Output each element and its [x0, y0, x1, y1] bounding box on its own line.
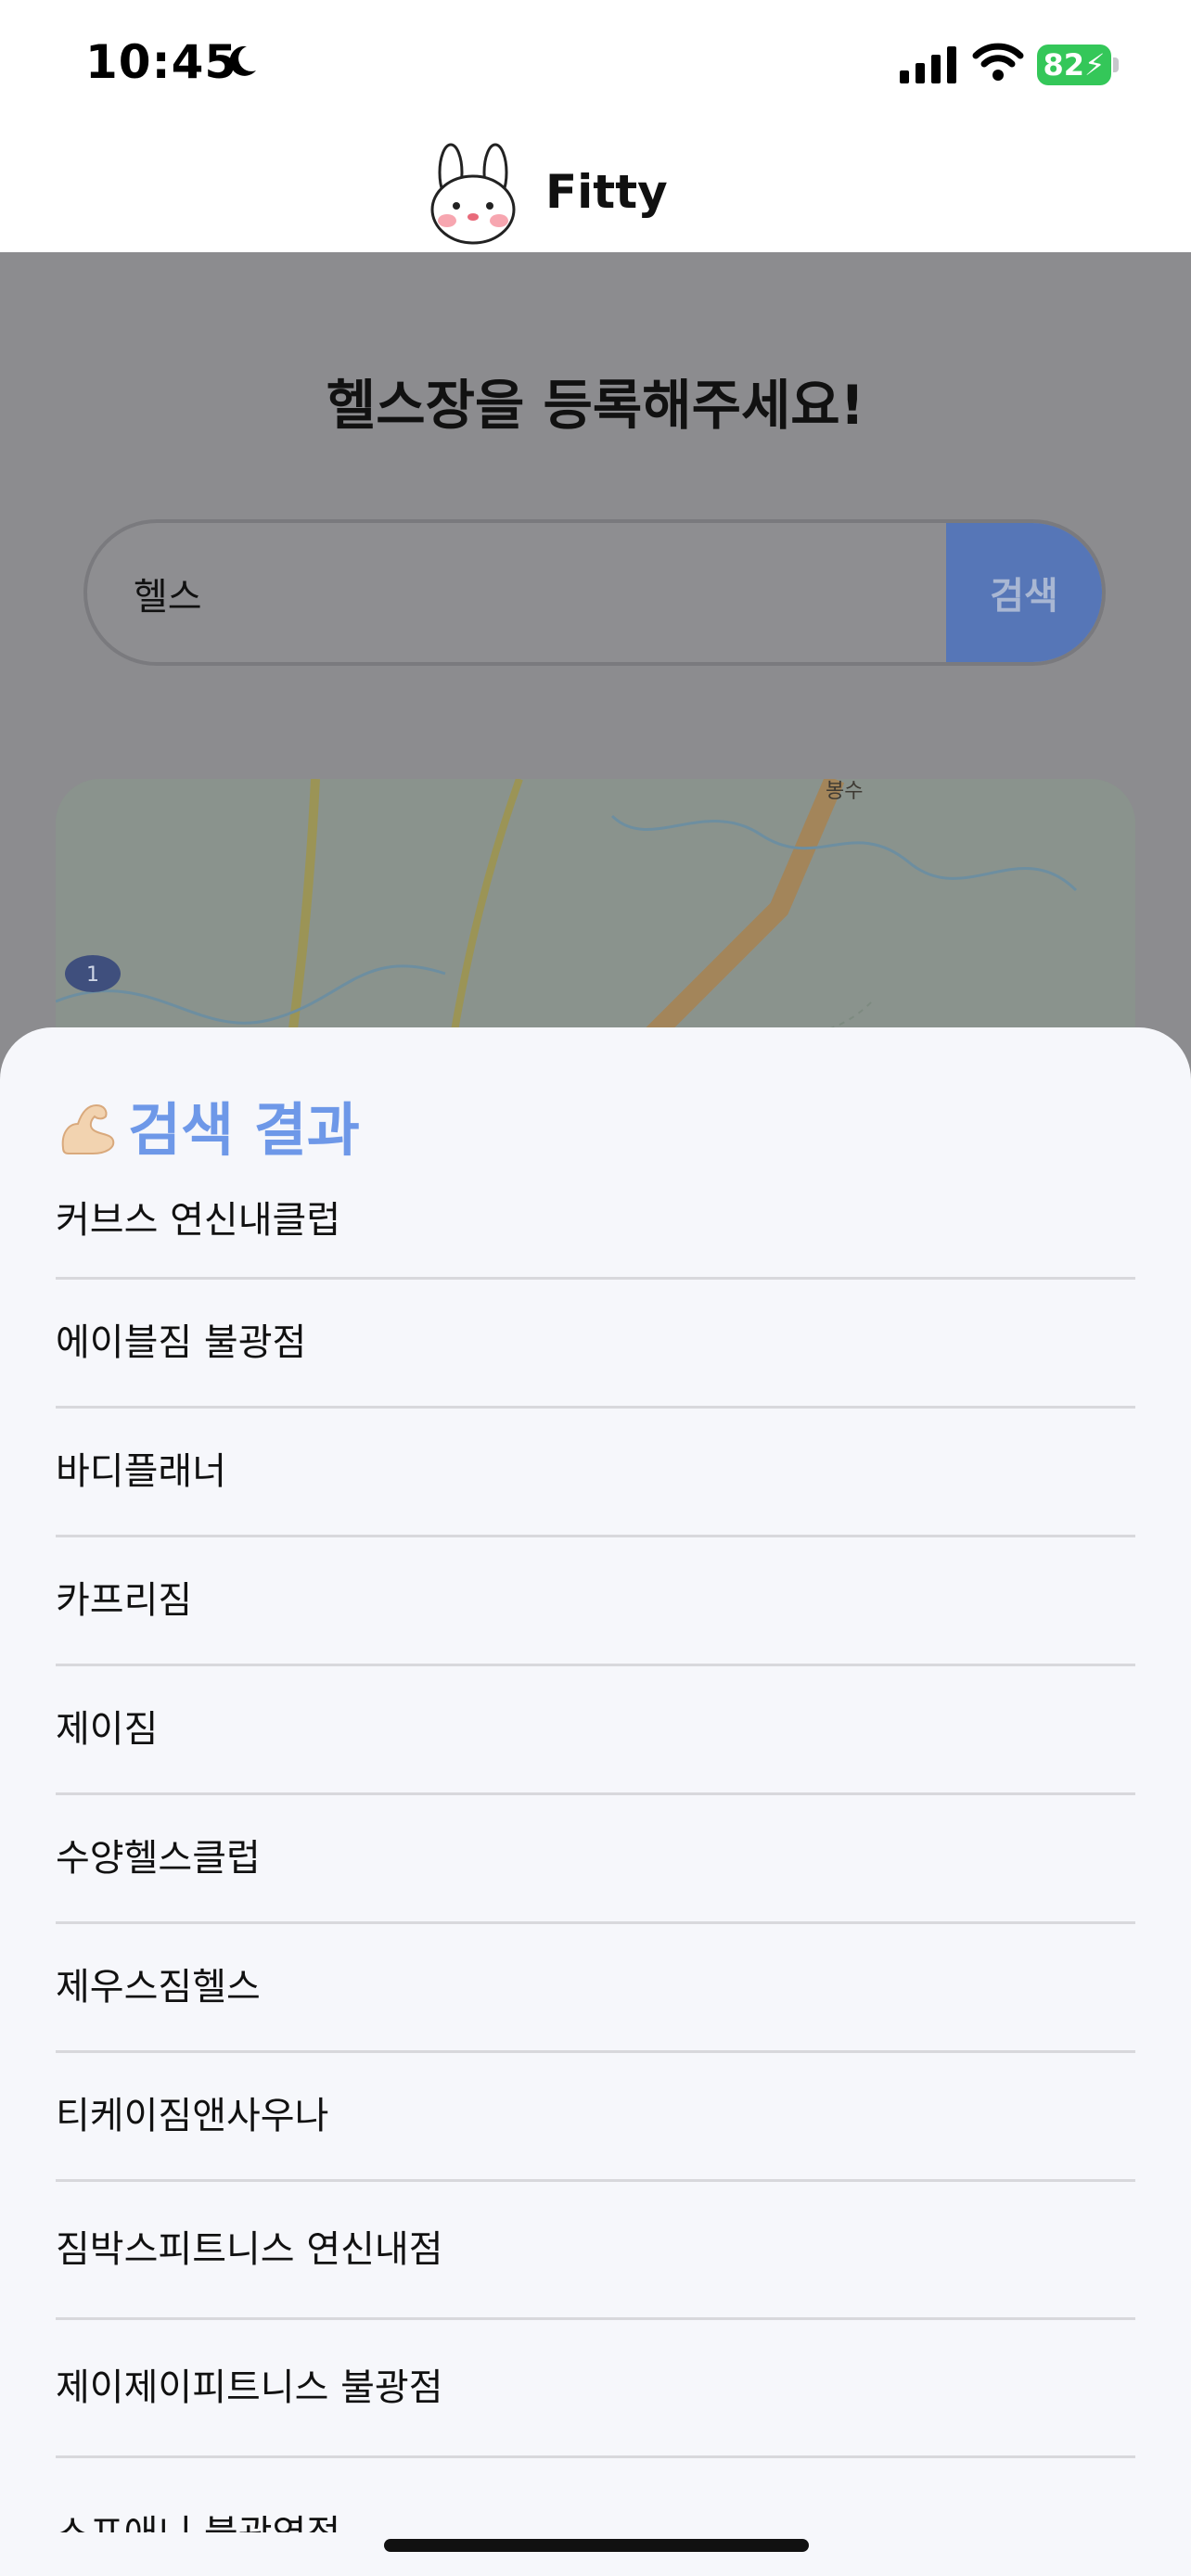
battery-level: 82 — [1043, 47, 1085, 83]
result-label: 제이짐 — [56, 1708, 159, 1751]
result-item[interactable]: 티케이짐앤사우나 — [56, 2053, 1135, 2182]
moon-icon — [229, 45, 256, 76]
result-item[interactable]: 커브스 연신내클럽 — [56, 1168, 1135, 1280]
wifi-icon — [972, 43, 1024, 81]
result-item[interactable]: 카프리짐 — [56, 1537, 1135, 1666]
results-bottom-sheet: 검색 결과 커브스 연신내클럽 에이블짐 불광점 바디플래너 카프리짐 제이짐 … — [0, 1027, 1191, 2576]
home-indicator[interactable] — [384, 2539, 809, 2552]
result-label: 카프리짐 — [56, 1579, 193, 1622]
result-item[interactable]: 제이짐 — [56, 1666, 1135, 1795]
result-label: 짐박스피트니스 연신내점 — [56, 2228, 443, 2271]
status-bar: 10:45 82 ⚡ — [0, 0, 1191, 130]
result-label: 티케이짐앤사우나 — [56, 2095, 329, 2137]
result-item[interactable]: 짐박스피트니스 연신내점 — [56, 2182, 1135, 2320]
result-label: 수양헬스클럽 — [56, 1837, 261, 1880]
map-place-label: 봉수 — [826, 780, 863, 803]
search-input[interactable] — [132, 523, 1007, 662]
signal-icon — [900, 46, 956, 83]
result-label: 스포애니 불광역점 — [56, 2516, 340, 2532]
flexed-biceps-icon — [61, 1103, 115, 1154]
results-list: 커브스 연신내클럽 에이블짐 불광점 바디플래너 카프리짐 제이짐 수양헬스클럽… — [56, 1168, 1135, 2532]
bunny-logo-icon — [430, 143, 516, 245]
result-item[interactable]: 수양헬스클럽 — [56, 1795, 1135, 1924]
app-title: Fitty — [545, 165, 668, 219]
page-heading: 헬스장을 등록해주세요! — [326, 374, 865, 437]
battery-icon: 82 ⚡ — [1037, 45, 1111, 85]
map-route-label: 1 — [86, 963, 99, 987]
status-time: 10:45 — [85, 35, 238, 89]
result-item[interactable]: 제우스짐헬스 — [56, 1924, 1135, 2053]
result-item[interactable]: 바디플래너 — [56, 1409, 1135, 1537]
results-title-text: 검색 결과 — [128, 1096, 360, 1164]
search-button[interactable]: 검색 — [946, 523, 1102, 662]
battery-cap — [1113, 57, 1119, 72]
result-item[interactable]: 제이제이피트니스 불광점 — [56, 2320, 1135, 2458]
result-item[interactable]: 스포애니 불광역점 — [56, 2458, 1135, 2532]
result-label: 커브스 연신내클럽 — [56, 1199, 341, 1242]
results-title: 검색 결과 — [56, 1083, 360, 1167]
result-label: 제이제이피트니스 불광점 — [56, 2366, 443, 2409]
result-label: 에이블짐 불광점 — [56, 1321, 307, 1364]
result-label: 바디플래너 — [56, 1450, 226, 1493]
app-header: Fitty — [0, 130, 1191, 252]
result-item[interactable]: 에이블짐 불광점 — [56, 1280, 1135, 1409]
search-bar: 검색 — [83, 519, 1106, 666]
result-label: 제우스짐헬스 — [56, 1966, 261, 2009]
